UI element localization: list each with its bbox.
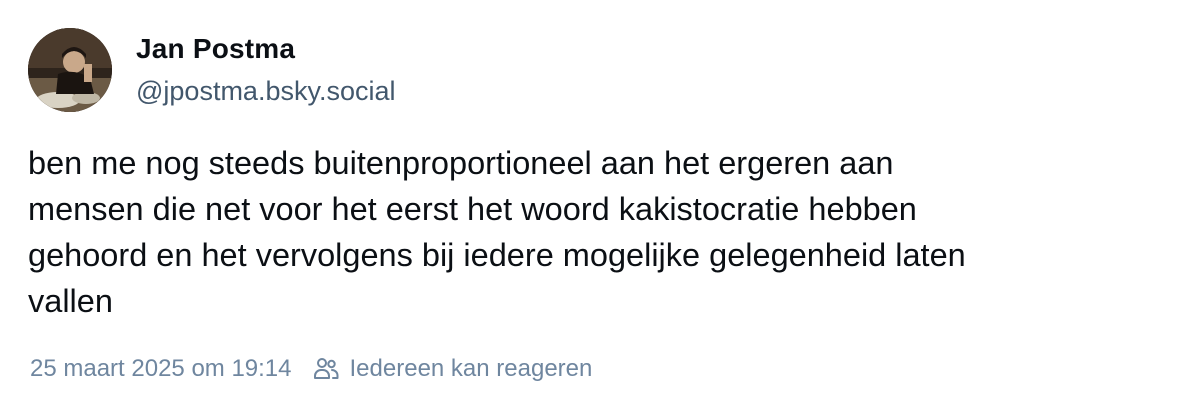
post-meta: 25 maart 2025 om 19:14 Iedereen kan reag… bbox=[30, 353, 592, 385]
post-text-line: vallen bbox=[28, 283, 113, 319]
post-text-line: mensen die net voor het eerst het woord … bbox=[28, 191, 917, 227]
post-text: ben me nog steeds buitenproportioneel aa… bbox=[28, 140, 1168, 324]
avatar-image bbox=[28, 28, 112, 112]
people-icon bbox=[312, 355, 340, 383]
post-card: Jan Postma @jpostma.bsky.social ben me n… bbox=[0, 0, 1184, 402]
post-header: Jan Postma @jpostma.bsky.social bbox=[28, 28, 396, 112]
author-names: Jan Postma @jpostma.bsky.social bbox=[136, 32, 396, 108]
post-text-line: gehoord en het vervolgens bij iedere mog… bbox=[28, 237, 966, 273]
reply-setting-label: Iedereen kan reageren bbox=[349, 355, 593, 382]
author-display-name[interactable]: Jan Postma bbox=[136, 32, 396, 66]
author-handle[interactable]: @jpostma.bsky.social bbox=[136, 74, 396, 108]
avatar[interactable] bbox=[28, 28, 112, 112]
post-timestamp[interactable]: 25 maart 2025 om 19:14 bbox=[30, 353, 292, 385]
post-text-line: ben me nog steeds buitenproportioneel aa… bbox=[28, 145, 894, 181]
